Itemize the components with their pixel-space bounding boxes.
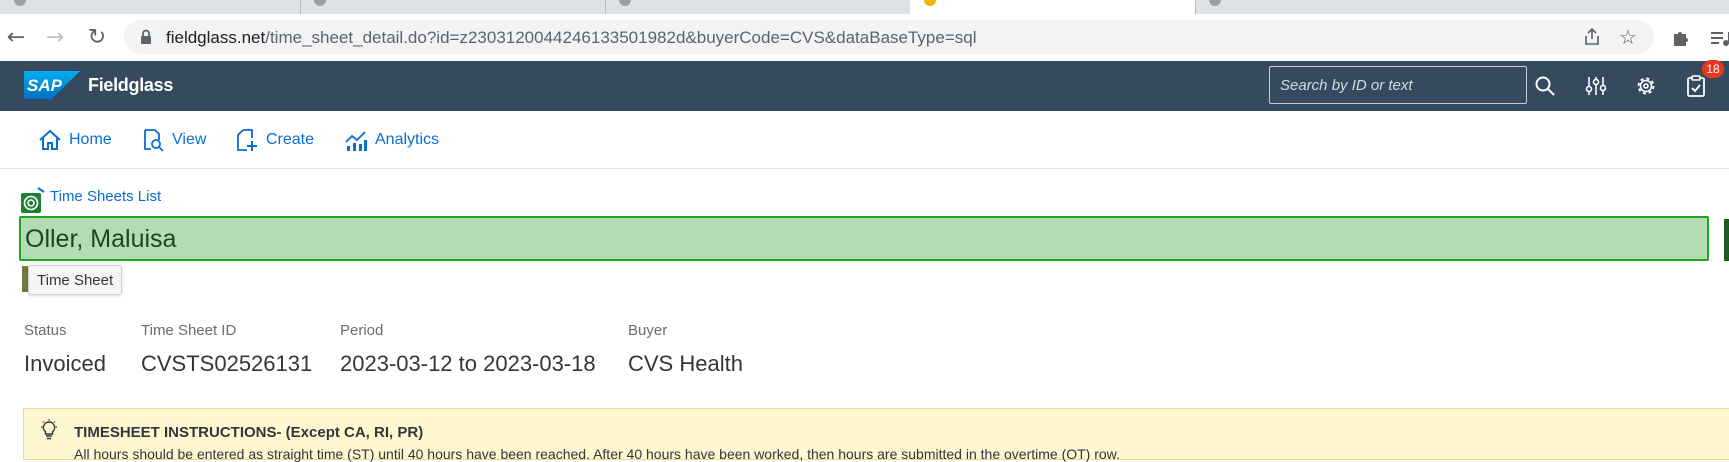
field-value: 2023-03-12 to 2023-03-18 <box>340 351 596 376</box>
search-icon[interactable] <box>1530 71 1560 101</box>
time-sheet-id-field: Time Sheet ID CVSTS02526131 <box>141 322 312 377</box>
back-arrow-icon[interactable]: ← <box>3 24 29 50</box>
browser-tab-active[interactable] <box>910 0 1196 14</box>
lock-icon <box>141 29 151 44</box>
search-input[interactable] <box>1269 66 1527 104</box>
gear-icon[interactable] <box>1631 71 1661 101</box>
lightbulb-icon <box>41 419 57 440</box>
page-title-highlight: Oller, Maluisa <box>19 216 1709 261</box>
bookmark-star-icon[interactable]: ☆ <box>1616 25 1640 49</box>
browser-tab[interactable] <box>0 0 301 14</box>
nav-create[interactable]: Create <box>235 125 314 155</box>
instructions-title: TIMESHEET INSTRUCTIONS- (Except CA, RI, … <box>74 424 424 441</box>
field-label: Period <box>340 322 384 339</box>
page-title: Oller, Maluisa <box>25 225 177 253</box>
tab-favicon-icon <box>14 0 26 6</box>
share-icon[interactable] <box>1580 25 1604 49</box>
time-sheet-tooltip: Time Sheet <box>28 265 123 295</box>
tab-favicon-icon <box>314 0 326 6</box>
browser-tab[interactable] <box>300 0 606 14</box>
home-icon <box>39 129 61 150</box>
nav-analytics[interactable]: Analytics <box>344 125 439 155</box>
address-bar[interactable]: fieldglass.net/time_sheet_detail.do?id=z… <box>124 20 1654 54</box>
browser-tab-strip <box>0 0 1729 14</box>
field-value: CVS Health <box>628 351 743 376</box>
shell-bar: SAP Fieldglass 18 <box>0 60 1729 111</box>
create-icon <box>237 129 257 151</box>
time-sheets-list-link[interactable]: Time Sheets List <box>50 188 161 205</box>
reload-icon[interactable]: ↻ <box>84 24 110 50</box>
browser-tab[interactable] <box>1195 0 1729 14</box>
status-field: Status Invoiced <box>24 322 106 377</box>
field-label: Status <box>24 322 67 339</box>
product-name: Fieldglass <box>88 75 174 95</box>
tab-favicon-icon <box>924 0 936 6</box>
field-value: CVSTS02526131 <box>141 351 313 376</box>
field-value: Invoiced <box>24 351 106 376</box>
media-queue-icon[interactable] <box>1707 25 1729 51</box>
tab-favicon-icon <box>1209 0 1221 6</box>
top-navigation: Home View Create Analytics <box>0 111 1729 169</box>
browser-tab[interactable] <box>605 0 911 14</box>
filter-sliders-icon[interactable] <box>1581 71 1611 101</box>
extensions-puzzle-icon[interactable] <box>1668 25 1694 51</box>
timesheet-instructions-panel: TIMESHEET INSTRUCTIONS- (Except CA, RI, … <box>23 408 1729 462</box>
target-circle-icon <box>21 193 41 213</box>
side-panel-handle[interactable] <box>1724 219 1729 261</box>
notification-count-badge: 18 <box>1702 60 1724 78</box>
nav-view[interactable]: View <box>141 125 206 155</box>
field-label: Time Sheet ID <box>141 322 237 339</box>
view-icon <box>144 129 164 152</box>
tab-favicon-icon <box>619 0 631 6</box>
browser-toolbar: ← → ↻ fieldglass.net/time_sheet_detail.d… <box>0 14 1729 62</box>
period-field: Period 2023-03-12 to 2023-03-18 <box>340 322 596 377</box>
nav-home[interactable]: Home <box>38 125 112 155</box>
url-text: fieldglass.net/time_sheet_detail.do?id=z… <box>166 28 977 47</box>
forward-arrow-icon[interactable]: → <box>42 24 68 50</box>
svg-text:SAP: SAP <box>27 76 63 95</box>
analytics-icon <box>345 131 367 151</box>
sap-logo[interactable]: SAP <box>24 71 80 99</box>
field-label: Buyer <box>628 322 668 339</box>
buyer-field: Buyer CVS Health <box>628 322 743 377</box>
